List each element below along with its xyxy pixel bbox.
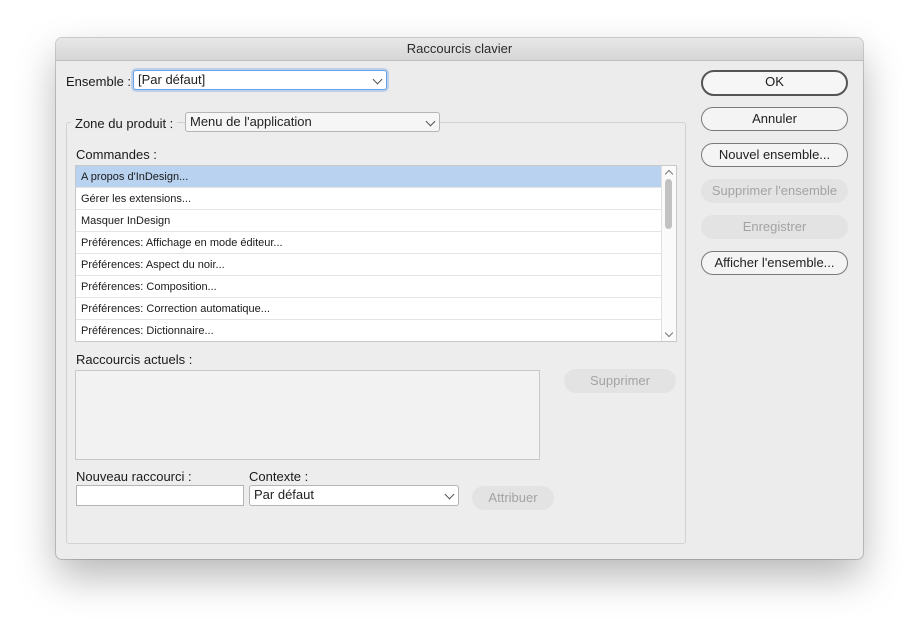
cancel-button[interactable]: Annuler <box>701 107 848 131</box>
context-select[interactable]: Par défaut <box>249 485 459 506</box>
current-shortcuts-box[interactable] <box>75 370 540 460</box>
current-shortcuts-label: Raccourcis actuels : <box>76 352 193 367</box>
window-title: Raccourcis clavier <box>56 38 863 61</box>
ensemble-label: Ensemble : <box>66 74 132 89</box>
zone-value: Menu de l'application <box>190 114 312 129</box>
new-set-button[interactable]: Nouvel ensemble... <box>701 143 848 167</box>
delete-set-button[interactable]: Supprimer l'ensemble <box>701 179 848 203</box>
ensemble-select[interactable]: [Par défaut] <box>133 70 387 90</box>
list-item[interactable]: Gérer les extensions... <box>76 188 663 210</box>
commands-scrollbar[interactable] <box>661 166 676 341</box>
new-shortcut-label: Nouveau raccourci : <box>76 469 192 484</box>
list-item[interactable]: Préférences: Dictionnaire... <box>76 320 663 341</box>
list-item[interactable]: A propos d'InDesign... <box>76 166 663 188</box>
chevron-down-icon[interactable] <box>664 328 674 338</box>
new-shortcut-input[interactable] <box>76 485 244 506</box>
supprimer-button[interactable]: Supprimer <box>564 369 676 393</box>
chevron-down-icon <box>372 74 383 85</box>
list-item[interactable]: Préférences: Correction automatique... <box>76 298 663 320</box>
zone-select[interactable]: Menu de l'application <box>185 112 440 132</box>
chevron-down-icon <box>444 489 455 500</box>
chevron-up-icon[interactable] <box>664 169 674 179</box>
context-value: Par défaut <box>254 487 314 502</box>
zone-label: Zone du produit : <box>71 116 178 131</box>
commandes-label: Commandes : <box>76 147 157 162</box>
context-label: Contexte : <box>249 469 309 484</box>
scrollbar-thumb[interactable] <box>665 179 672 229</box>
ok-button[interactable]: OK <box>701 70 848 96</box>
list-item[interactable]: Préférences: Affichage en mode éditeur..… <box>76 232 663 254</box>
chevron-down-icon <box>425 116 436 127</box>
show-set-button[interactable]: Afficher l'ensemble... <box>701 251 848 275</box>
save-button[interactable]: Enregistrer <box>701 215 848 239</box>
list-item[interactable]: Préférences: Aspect du noir... <box>76 254 663 276</box>
keyboard-shortcuts-dialog: Raccourcis clavier Ensemble : [Par défau… <box>56 38 863 559</box>
attribuer-button[interactable]: Attribuer <box>472 486 554 510</box>
commands-list[interactable]: A propos d'InDesign... Gérer les extensi… <box>75 165 677 342</box>
list-item[interactable]: Masquer InDesign <box>76 210 663 232</box>
ensemble-value: [Par défaut] <box>138 72 206 87</box>
list-item[interactable]: Préférences: Composition... <box>76 276 663 298</box>
